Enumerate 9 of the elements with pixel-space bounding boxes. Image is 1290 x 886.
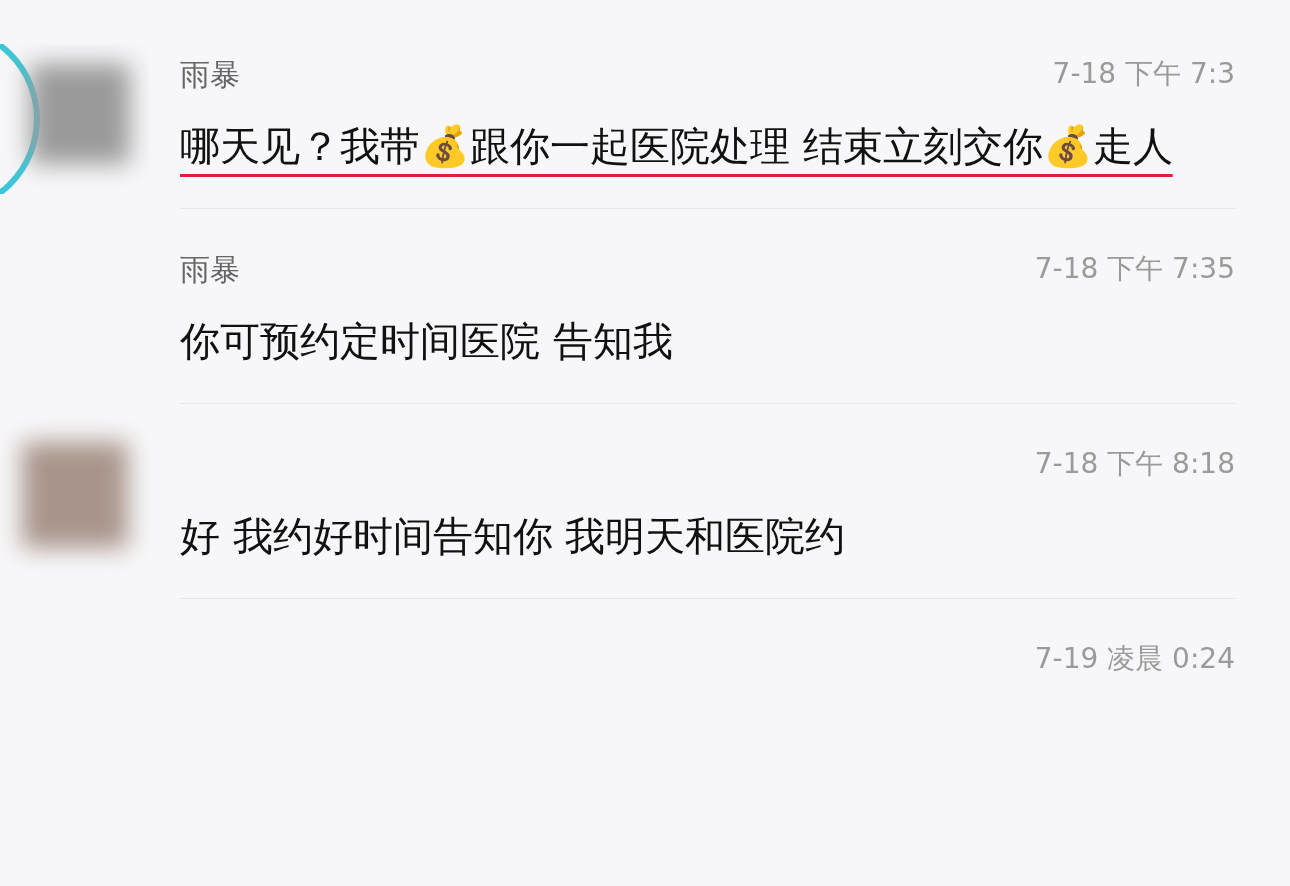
- sender-name: 雨暴: [180, 55, 240, 94]
- message-text: 哪天见？我带💰跟你一起医院处理 结束立刻交你💰走人: [180, 122, 1174, 171]
- message-time: 7-18 下午 7:35: [1034, 251, 1235, 287]
- message-time: 7-18 下午 7:3: [1052, 56, 1235, 92]
- sender-name: 雨暴: [180, 250, 240, 289]
- message-time: 7-19 凌晨 0:24: [1034, 641, 1235, 677]
- message-text: 你可预约定时间医院 告知我: [180, 317, 674, 366]
- message-text: 好 我约好时间告知你 我明天和医院约: [180, 512, 847, 561]
- message-time: 7-18 下午 8:18: [1034, 446, 1235, 482]
